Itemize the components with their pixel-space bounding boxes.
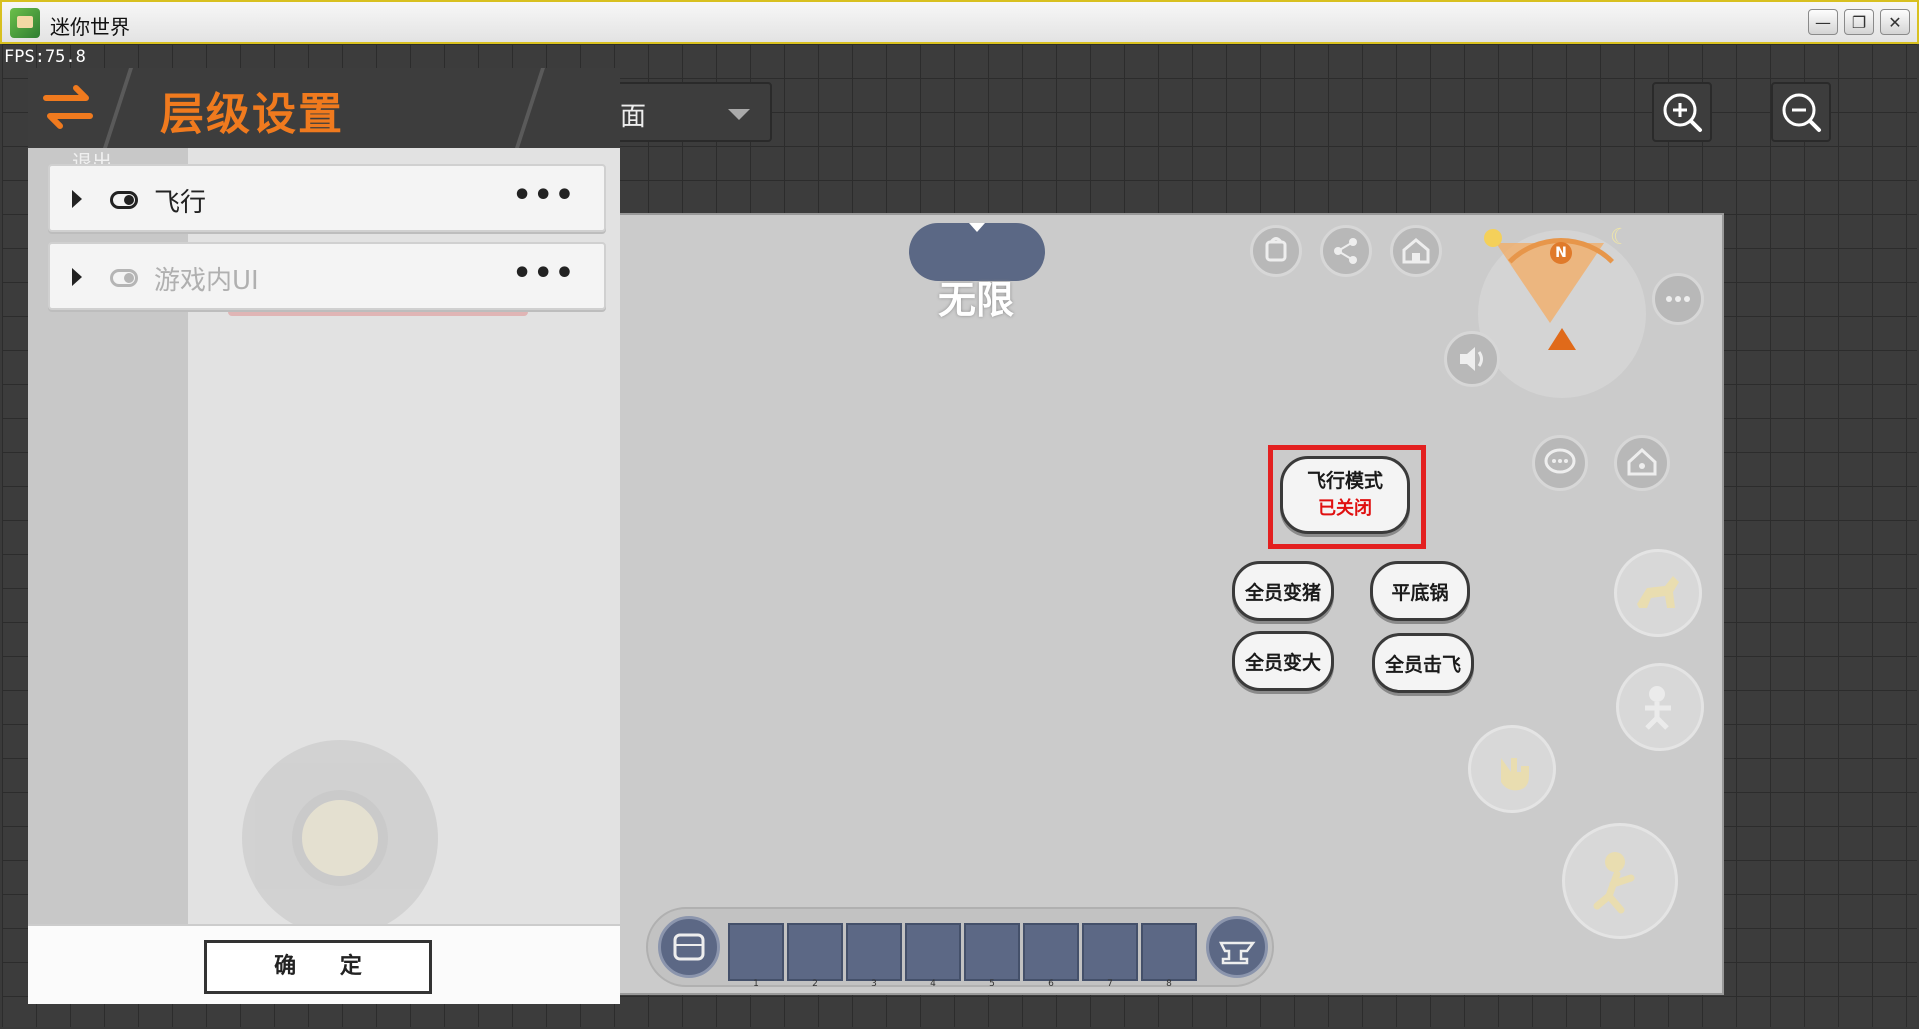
visibility-toggle-icon[interactable] (110, 269, 138, 287)
layer-label: 游戏内UI (154, 266, 259, 296)
visibility-toggle-icon[interactable] (110, 191, 138, 209)
hotbar-slot[interactable]: 5 (964, 923, 1020, 989)
hotbar: 1 2 3 4 5 6 7 8 (646, 907, 1274, 989)
chevron-down-icon (728, 109, 750, 120)
close-button[interactable]: ✕ (1880, 9, 1910, 35)
more-options-button[interactable] (1652, 273, 1704, 325)
all-enlarge-button[interactable]: 全员变大 (1232, 631, 1334, 691)
game-mode-label: 无限 (937, 278, 1014, 322)
frying-pan-button[interactable]: 平底锅 (1370, 561, 1470, 621)
hotbar-slot[interactable]: 8 (1141, 923, 1197, 989)
all-pig-button[interactable]: 全员变猪 (1232, 561, 1334, 621)
maximize-icon: ❐ (1851, 12, 1867, 32)
sun-icon (1484, 229, 1502, 247)
slot-number: 5 (989, 979, 995, 989)
window-title: 迷你世界 (50, 15, 130, 39)
room-button[interactable] (1614, 435, 1670, 491)
fps-counter: FPS:75.8 (4, 47, 86, 67)
sound-button[interactable] (1444, 331, 1500, 387)
game-preview-screen[interactable]: 无限 N ☾ 飞行模式 已关闭 全员变猪 平底锅 全员变大 全员击飞 1 2 3… (618, 213, 1724, 995)
moon-icon: ☾ (1610, 225, 1630, 250)
layer-settings-panel: 层级设置 退出 飞行 ••• 游戏内UI ••• 确 定 (28, 68, 620, 1004)
more-dots-icon (1666, 296, 1690, 302)
more-options-icon[interactable]: ••• (512, 178, 576, 213)
slot-number: 6 (1048, 979, 1054, 989)
layer-row-fly[interactable]: 飞行 ••• (48, 164, 606, 232)
fly-mode-label: 飞行模式 (1306, 470, 1383, 492)
fly-mode-button[interactable]: 飞行模式 已关闭 (1280, 456, 1410, 534)
header-divider (103, 68, 133, 148)
interact-button[interactable] (1468, 725, 1556, 813)
zoom-in-button[interactable] (1652, 82, 1712, 142)
player-arrow-icon (1548, 328, 1576, 350)
hotbar-slot[interactable]: 2 (787, 923, 843, 989)
swap-arrows-icon[interactable] (40, 82, 96, 132)
chat-bubble-icon (1544, 448, 1576, 474)
anvil-icon (1218, 941, 1256, 965)
ghost-joystick (242, 740, 438, 936)
slot-number: 1 (753, 979, 759, 989)
more-options-icon[interactable]: ••• (512, 256, 576, 291)
hotbar-slot[interactable]: 6 (1023, 923, 1079, 989)
slot-number: 7 (1107, 979, 1113, 989)
confirm-button[interactable]: 确 定 (204, 940, 432, 994)
mount-button[interactable] (1614, 549, 1702, 637)
slot-number: 4 (930, 979, 936, 989)
home-icon-button[interactable] (1390, 225, 1442, 277)
window-titlebar: 迷你世界 — ❐ ✕ (0, 0, 1919, 44)
slot-number: 8 (1166, 979, 1172, 989)
hotbar-slot[interactable]: 7 (1082, 923, 1138, 989)
layer-dropdown-value: 面 (620, 102, 647, 132)
panel-header: 层级设置 (28, 68, 620, 148)
home-icon (1402, 238, 1430, 264)
chat-button[interactable] (1532, 435, 1588, 491)
app-icon (10, 8, 40, 38)
minimize-icon: — (1815, 12, 1831, 32)
crafting-button[interactable] (1206, 916, 1268, 978)
compass-minimap[interactable]: N (1478, 230, 1646, 398)
shop-icon-button[interactable] (1250, 225, 1302, 277)
zoom-in-icon (1663, 93, 1702, 132)
north-marker: N (1550, 242, 1572, 264)
maximize-button[interactable]: ❐ (1844, 9, 1874, 35)
layer-label: 飞行 (154, 188, 207, 218)
jump-button[interactable] (1562, 823, 1678, 939)
shop-bag-icon (1265, 237, 1287, 262)
speaker-icon (1460, 347, 1483, 371)
expand-arrow-icon[interactable] (72, 190, 82, 208)
zoom-out-icon (1782, 93, 1821, 132)
hotbar-slot[interactable]: 4 (905, 923, 961, 989)
jump-figure-icon (1593, 852, 1635, 914)
crouch-figure-icon (1645, 686, 1671, 730)
hotbar-slot[interactable]: 1 (728, 923, 784, 989)
hand-pointer-icon (1501, 758, 1529, 791)
slot-number: 2 (812, 979, 818, 989)
hotbar-slot[interactable]: 3 (846, 923, 902, 989)
header-divider (515, 68, 545, 148)
panel-footer: 确 定 (28, 924, 620, 1004)
share-icon-button[interactable] (1320, 225, 1372, 277)
expand-arrow-icon[interactable] (72, 268, 82, 286)
minimize-button[interactable]: — (1808, 9, 1838, 35)
horse-icon (1637, 576, 1679, 608)
layer-dropdown[interactable]: 面 (600, 82, 772, 142)
panel-title: 层级设置 (160, 89, 344, 140)
slot-number: 3 (871, 979, 877, 989)
backpack-button[interactable] (658, 916, 720, 978)
layer-row-game-ui[interactable]: 游戏内UI ••• (48, 242, 606, 310)
share-icon (1334, 238, 1357, 264)
sneak-button[interactable] (1616, 663, 1704, 751)
backpack-icon (673, 933, 705, 961)
fly-mode-status: 已关闭 (1318, 498, 1372, 519)
all-knockback-button[interactable]: 全员击飞 (1372, 633, 1474, 693)
house-icon (1627, 447, 1657, 476)
close-icon: ✕ (1888, 12, 1902, 32)
zoom-out-button[interactable] (1771, 82, 1831, 142)
